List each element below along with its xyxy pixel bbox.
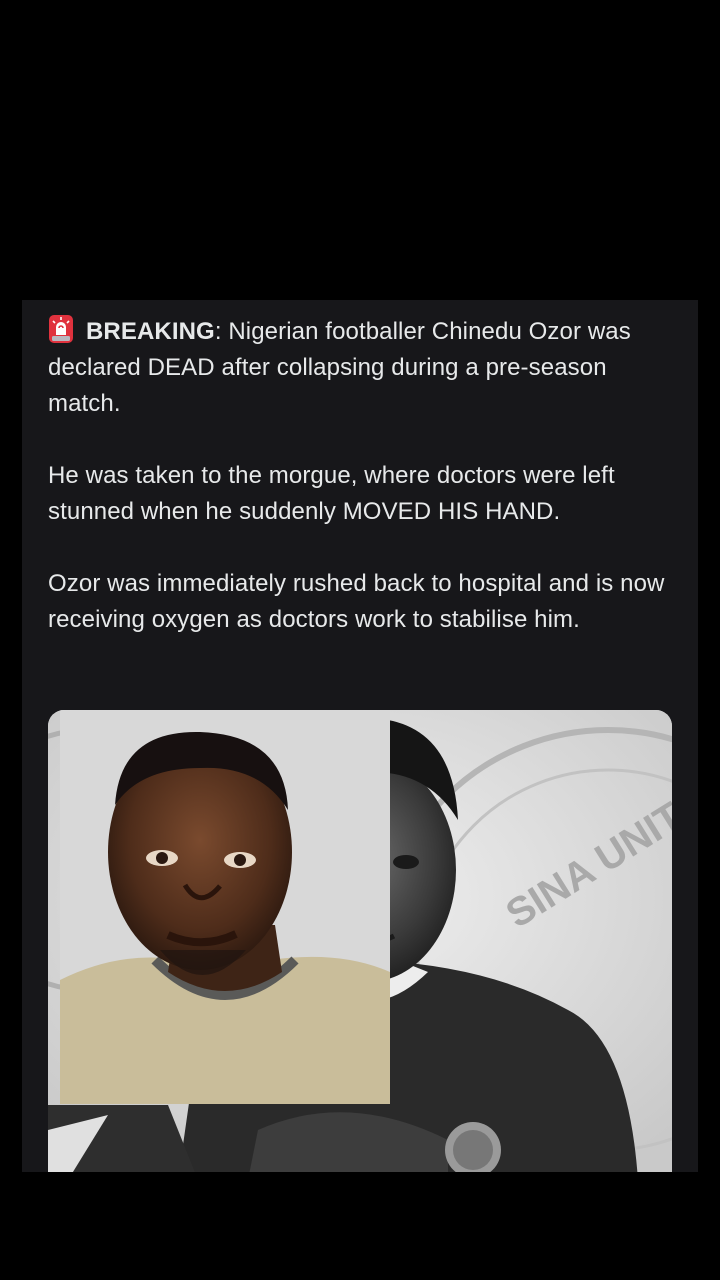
post-image[interactable]: SINA UNITED TE [48,710,672,1172]
inset-photo [60,710,390,1104]
screen: BREAKING: Nigerian footballer Chinedu Oz… [0,0,720,1280]
post-card[interactable]: BREAKING: Nigerian footballer Chinedu Oz… [22,300,698,1172]
post-paragraph-1: BREAKING: Nigerian footballer Chinedu Oz… [48,314,678,422]
breaking-label: BREAKING [86,318,215,345]
post-text: BREAKING: Nigerian footballer Chinedu Oz… [48,314,678,674]
post-paragraph-3: Ozor was immediately rushed back to hosp… [48,570,665,633]
post-paragraph-2: He was taken to the morgue, where doctor… [48,462,615,525]
siren-icon [48,314,74,344]
